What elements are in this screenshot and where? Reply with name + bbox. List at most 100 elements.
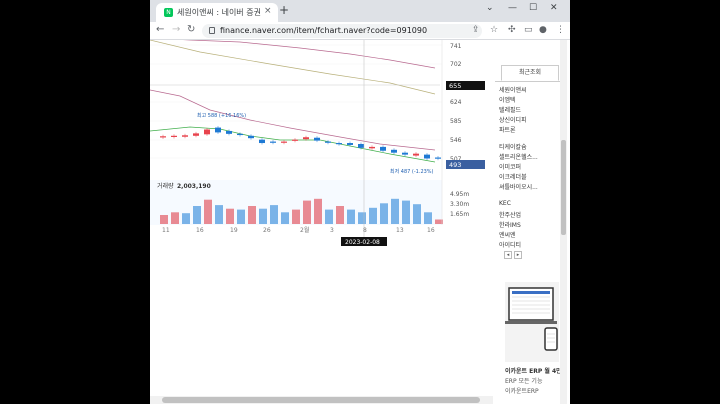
new-tab-button[interactable]: + [279, 3, 289, 17]
candle-body [226, 130, 232, 134]
volume-bar [358, 212, 366, 224]
x-tick-label: 8 [363, 227, 367, 234]
volume-bar [347, 209, 355, 224]
volume-value: 2,003,190 [177, 183, 211, 190]
address-bar[interactable]: finance.naver.com/item/fchart.naver?code… [202, 24, 482, 38]
recent-tab-underline [495, 81, 560, 82]
ad-subtitle: ERP 모든 기능 [505, 378, 543, 385]
ma-line-green [150, 126, 436, 163]
minimize-icon[interactable]: — [508, 3, 517, 13]
recent-item[interactable]: 셀트리온헬스... [499, 152, 538, 161]
recent-item[interactable]: 한라IMS [499, 220, 521, 229]
volume-bar [259, 208, 267, 224]
volume-bar [182, 213, 190, 224]
volume-bar [292, 209, 300, 224]
volume-bar [171, 212, 179, 224]
candle-body [347, 143, 353, 145]
stock-chart[interactable]: 741 702 624 585 546 507 655 493 최고 588 (… [150, 40, 495, 246]
bookmark-star-icon[interactable]: ☆ [490, 25, 498, 35]
candle-body [435, 157, 441, 159]
low-annotation: 최저 487 (-1.23%) [390, 168, 434, 175]
volume-tick: 3.30m [450, 201, 469, 208]
sidepanel-icon[interactable]: ▭ [524, 25, 533, 35]
recent-view-tab[interactable]: 최근조회 [501, 65, 559, 81]
volume-bar [237, 209, 245, 224]
tab-search-icon[interactable]: ⌄ [486, 3, 494, 13]
tab-strip: N 세원이앤씨 : 네이버 증권 × + ⌄ — ☐ ✕ [150, 0, 570, 22]
recent-item[interactable]: 아이디티 [499, 240, 521, 249]
x-tick-label: 16 [196, 227, 204, 234]
reload-button[interactable]: ↻ [187, 24, 195, 35]
candle-body [270, 141, 276, 143]
maximize-icon[interactable]: ☐ [529, 3, 537, 13]
price-tick: 585 [450, 118, 462, 125]
volume-bar [314, 198, 322, 224]
volume-bar [413, 204, 421, 224]
recent-item[interactable]: 티케이칼슘 [499, 142, 527, 151]
laptop-phone-illustration [505, 287, 558, 351]
recent-item[interactable]: KEC [499, 200, 511, 207]
volume-bar [391, 198, 399, 224]
candle-body [171, 135, 177, 137]
moving-average-lines [150, 40, 436, 163]
volume-bar [402, 200, 410, 224]
recent-item[interactable]: 이미코퍼 [499, 162, 521, 171]
sidebar-scrollbar[interactable] [560, 40, 567, 404]
current-price-label: 655 [449, 82, 461, 90]
ma-line-pink [150, 89, 436, 151]
recent-item[interactable]: 파트론 [499, 125, 516, 134]
browser-toolbar: ← → ↻ finance.naver.com/item/fchart.nave… [150, 22, 570, 40]
volume-bar [160, 215, 168, 224]
candle-body [380, 146, 386, 151]
candle-body [204, 129, 210, 135]
recent-item[interactable]: 이엠텍 [499, 95, 516, 104]
recent-item[interactable]: 세원이앤씨 [499, 85, 527, 94]
x-tick-label: 16 [427, 227, 435, 234]
recent-item[interactable]: 한주산업 [499, 210, 521, 219]
profile-avatar-icon[interactable]: ● [539, 25, 547, 35]
extensions-puzzle-icon[interactable]: ✣ [508, 25, 516, 35]
ad-image[interactable] [505, 282, 559, 362]
candle-body [336, 143, 342, 145]
candle-body [325, 141, 331, 143]
recent-item[interactable]: 텔레필드 [499, 105, 521, 114]
low-price-label: 493 [449, 161, 461, 169]
candle-body [292, 139, 298, 141]
candle-body [369, 146, 375, 149]
forward-button[interactable]: → [172, 24, 180, 35]
naver-favicon-icon: N [164, 8, 173, 17]
horizontal-scroll-thumb[interactable] [162, 397, 480, 403]
back-button[interactable]: ← [156, 24, 164, 35]
recent-item[interactable]: 엔씨엔 [499, 230, 516, 239]
candle-body [259, 139, 265, 144]
prev-page-button[interactable]: ◂ [504, 251, 512, 259]
x-tick-label: 13 [396, 227, 404, 234]
recent-item[interactable]: 이크레더블 [499, 172, 527, 181]
volume-tick: 4.95m [450, 191, 469, 198]
price-tick: 741 [450, 43, 462, 50]
ma-line-olive [150, 40, 436, 95]
volume-bar [325, 209, 333, 224]
volume-bar [303, 200, 311, 224]
volume-bar [193, 206, 201, 224]
close-window-icon[interactable]: ✕ [550, 3, 558, 13]
candle-body [413, 153, 419, 156]
lock-icon [209, 27, 215, 34]
x-tick-label: 2월 [300, 226, 309, 234]
x-tick-label: 11 [162, 227, 170, 234]
candle-body [281, 141, 287, 143]
price-tick: 546 [450, 137, 462, 144]
share-icon[interactable]: ⇪ [472, 25, 480, 35]
browser-tab[interactable]: N 세원이앤씨 : 네이버 증권 × [156, 3, 278, 22]
horizontal-scrollbar[interactable] [150, 396, 493, 404]
right-sidebar: 최근조회 세원이앤씨 이엠텍 텔레필드 상신이디피 파트론 티케이칼슘 셀트리온헬스... 이… [495, 40, 570, 404]
menu-kebab-icon[interactable]: ⋮ [556, 25, 565, 35]
candle-body [358, 143, 364, 148]
recent-item[interactable]: 셔틀바이오시... [499, 182, 538, 191]
sidebar-scroll-thumb[interactable] [561, 140, 566, 235]
volume-bar [424, 212, 432, 224]
ad-title[interactable]: 이카운트 ERP 월 4만원 [505, 366, 567, 375]
recent-item[interactable]: 상신이디피 [499, 115, 527, 124]
next-page-button[interactable]: ▸ [514, 251, 522, 259]
tab-close-icon[interactable]: × [264, 6, 272, 16]
